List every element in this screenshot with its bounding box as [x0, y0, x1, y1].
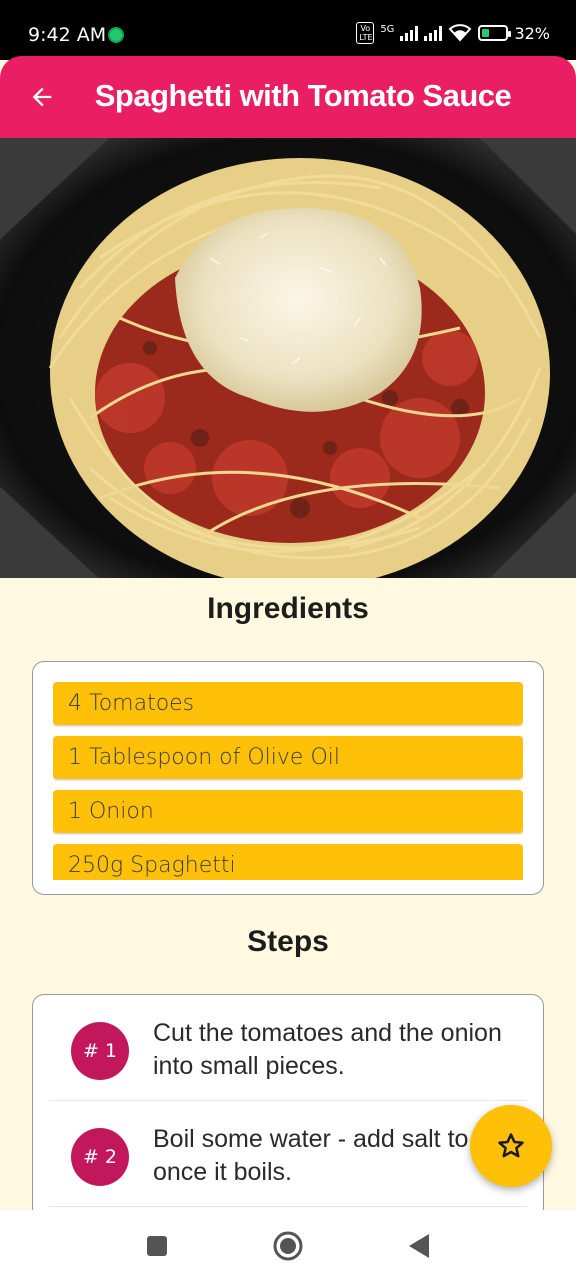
- ingredients-heading: Ingredients: [207, 592, 369, 625]
- notification-dot-icon: [108, 27, 124, 43]
- steps-card: # 1 Cut the tomatoes and the onion into …: [32, 994, 544, 1234]
- home-circle-icon: [273, 1231, 303, 1261]
- status-time: 9:42 AM: [28, 24, 107, 46]
- ingredient-item: 1 Onion: [53, 790, 523, 833]
- step-number-badge: # 1: [71, 1022, 129, 1080]
- recents-button[interactable]: [141, 1230, 173, 1262]
- page-title: Spaghetti with Tomato Sauce: [94, 78, 512, 113]
- network-type: 5G: [380, 23, 395, 35]
- battery-percent: 32%: [514, 23, 550, 43]
- steps-heading: Steps: [247, 925, 329, 958]
- favorite-button[interactable]: [470, 1105, 552, 1187]
- ingredients-list[interactable]: 4 Tomatoes 1 Tablespoon of Olive Oil 1 O…: [53, 682, 523, 880]
- back-nav-button[interactable]: [403, 1230, 435, 1262]
- battery-icon: [478, 25, 512, 41]
- status-bar: 9:42 AM Vo LTE 5G 32%: [0, 0, 576, 60]
- ingredient-item: 4 Tomatoes: [53, 682, 523, 725]
- step-item: # 1 Cut the tomatoes and the onion into …: [49, 995, 527, 1101]
- ingredient-item: 1 Tablespoon of Olive Oil: [53, 736, 523, 779]
- system-nav-bar: [0, 1210, 576, 1280]
- step-text: Boil some water - add salt to it once it…: [153, 1125, 488, 1186]
- step-item: # 2 Boil some water - add salt to it onc…: [49, 1101, 527, 1207]
- ingredient-item: 250g Spaghetti: [53, 844, 523, 880]
- app-bar: Spaghetti with Tomato Sauce: [0, 56, 576, 138]
- back-triangle-icon: [409, 1234, 429, 1258]
- step-number-badge: # 2: [71, 1128, 129, 1186]
- ingredients-card: 4 Tomatoes 1 Tablespoon of Olive Oil 1 O…: [32, 661, 544, 895]
- star-outline-icon: [498, 1133, 524, 1158]
- wifi-icon: [449, 24, 472, 42]
- signal-icon-2: [424, 25, 443, 41]
- home-button[interactable]: [272, 1230, 304, 1262]
- status-icons: Vo LTE 5G 32%: [356, 22, 550, 44]
- signal-icon: [400, 25, 419, 41]
- step-text: Cut the tomatoes and the onion into smal…: [153, 1019, 502, 1080]
- volte-icon: Vo LTE: [356, 22, 375, 44]
- recipe-image: [0, 138, 576, 578]
- recents-square-icon: [147, 1236, 167, 1256]
